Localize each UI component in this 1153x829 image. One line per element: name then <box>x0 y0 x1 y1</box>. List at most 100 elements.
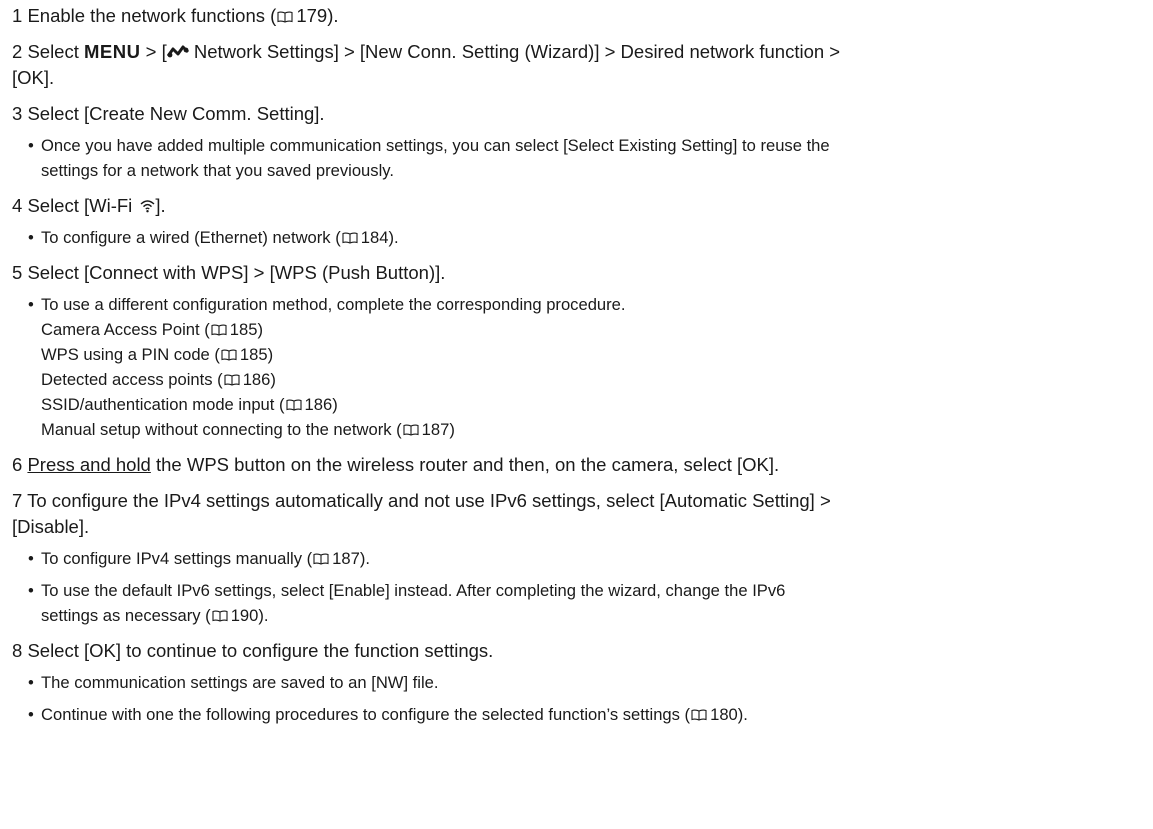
book-reference-icon <box>221 349 237 361</box>
bullet-item: • To use a different configuration metho… <box>28 292 1142 442</box>
step-heading: 8 Select [OK] to continue to configure t… <box>12 638 1142 664</box>
page-reference[interactable]: 186 <box>305 395 333 414</box>
method-item: Manual setup without connecting to the n… <box>41 417 1142 442</box>
step-text-line2: [OK]. <box>12 67 55 88</box>
step-2: 2 Select MENU > [ Network Settings] > [N… <box>12 39 1142 91</box>
method-close: ) <box>267 345 274 364</box>
method-close: ) <box>449 420 455 439</box>
step-text: Network Settings] > [New Conn. Setting (… <box>188 41 841 62</box>
bullet-icon: • <box>28 581 34 600</box>
bullet-list: • The communication settings are saved t… <box>12 670 1142 727</box>
method-item: Detected access points (186) <box>41 367 1142 392</box>
wifi-icon <box>140 200 155 213</box>
step-heading: 5 Select [Connect with WPS] > [WPS (Push… <box>12 260 1142 286</box>
book-reference-icon <box>286 399 302 411</box>
step-text: To configure the IPv4 settings automatic… <box>27 490 831 511</box>
step-1: 1 Enable the network functions ( 179). <box>12 3 1142 29</box>
step-heading: 7 To configure the IPv4 settings automat… <box>12 488 1142 540</box>
bullet-item: • The communication settings are saved t… <box>28 670 1142 695</box>
bullet-icon: • <box>28 295 34 314</box>
bullet-text: To configure a wired (Ethernet) network … <box>41 228 341 247</box>
manual-page: 1 Enable the network functions ( 179). 2 … <box>0 0 1142 727</box>
step-text: > [ <box>140 41 167 62</box>
bullet-text: ). <box>737 705 748 724</box>
method-list: Camera Access Point ( 185) WPS using a PI… <box>41 317 1142 442</box>
step-heading: 2 Select MENU > [ Network Settings] > [N… <box>12 39 1142 91</box>
method-close: ) <box>332 395 338 414</box>
step-text-end: ). <box>327 5 339 26</box>
step-heading: 6 Press and hold the WPS button on the w… <box>12 452 1142 478</box>
bullet-icon: • <box>28 705 34 724</box>
method-label: SSID/authentication mode input ( <box>41 395 285 414</box>
bullet-text: To configure IPv4 settings manually ( <box>41 549 313 568</box>
step-text: ]. <box>155 195 166 216</box>
book-reference-icon <box>224 374 240 386</box>
step-text: Select [Wi-Fi <box>27 195 138 216</box>
book-reference-icon <box>277 11 293 23</box>
bullet-icon: • <box>28 136 34 155</box>
page-reference[interactable]: 179 <box>296 5 327 26</box>
bullet-item: • To use the default IPv6 settings, sele… <box>28 578 1142 628</box>
step-text: Select [OK] to continue to configure the… <box>27 640 494 661</box>
step-text: Select [Connect with WPS] > [WPS (Push B… <box>27 262 446 283</box>
bullet-icon: • <box>28 228 34 247</box>
method-label: Manual setup without connecting to the n… <box>41 420 402 439</box>
method-label: WPS using a PIN code ( <box>41 345 220 364</box>
page-reference[interactable]: 185 <box>230 320 258 339</box>
bullet-text: To use a different configuration method,… <box>41 295 626 314</box>
book-reference-icon <box>342 232 358 244</box>
page-reference[interactable]: 180 <box>710 705 738 724</box>
bullet-text: ). <box>388 228 399 247</box>
bullet-list: • To use a different configuration metho… <box>12 292 1142 442</box>
step-text: the WPS button on the wireless router an… <box>150 454 780 475</box>
emphasis-text: Press and hold <box>27 454 151 475</box>
page-reference[interactable]: 186 <box>243 370 271 389</box>
bullet-text: Continue with one the following procedur… <box>41 705 691 724</box>
step-number: 7 <box>12 490 23 511</box>
step-text: Enable the network functions ( <box>27 5 277 26</box>
step-heading: 4 Select [Wi-Fi ]. <box>12 193 1142 219</box>
bullet-item: • Continue with one the following proced… <box>28 702 1142 727</box>
bullet-item: • To configure a wired (Ethernet) networ… <box>28 225 1142 250</box>
bullet-list: • To configure IPv4 settings manually ( 1… <box>12 546 1142 628</box>
book-reference-icon <box>691 709 707 721</box>
step-number: 1 <box>12 5 23 26</box>
step-8: 8 Select [OK] to continue to configure t… <box>12 638 1142 727</box>
step-text-line2: [Disable]. <box>12 516 90 537</box>
page-reference[interactable]: 187 <box>332 549 360 568</box>
method-item: Camera Access Point ( 185) <box>41 317 1142 342</box>
step-number: 8 <box>12 640 23 661</box>
bullet-item: • To configure IPv4 settings manually (1… <box>28 546 1142 571</box>
page-reference[interactable]: 190 <box>231 606 259 625</box>
book-reference-icon <box>212 610 228 622</box>
step-7: 7 To configure the IPv4 settings automat… <box>12 488 1142 628</box>
book-reference-icon <box>211 324 227 336</box>
bullet-text: ). <box>258 606 269 625</box>
method-close: ) <box>257 320 263 339</box>
method-close: ) <box>270 370 276 389</box>
page-reference[interactable]: 184 <box>361 228 389 247</box>
network-settings-icon <box>166 45 189 58</box>
bullet-icon: • <box>28 673 34 692</box>
step-text: Select <box>27 41 84 62</box>
method-label: Camera Access Point ( <box>41 320 210 339</box>
book-reference-icon <box>403 424 419 436</box>
step-number: 2 <box>12 41 23 62</box>
method-item: WPS using a PIN code ( 185) <box>41 342 1142 367</box>
book-reference-icon <box>313 553 329 565</box>
bullet-text: To use the default IPv6 settings, select… <box>41 581 786 600</box>
method-item: SSID/authentication mode input ( 186) <box>41 392 1142 417</box>
bullet-text: ). <box>359 549 370 568</box>
step-heading: 3 Select [Create New Comm. Setting]. <box>12 101 1142 127</box>
step-number: 4 <box>12 195 23 216</box>
bullet-text: The communication settings are saved to … <box>41 673 439 692</box>
step-text: Select [Create New Comm. Setting]. <box>27 103 325 124</box>
step-number: 5 <box>12 262 23 283</box>
page-reference[interactable]: 185 <box>240 345 268 364</box>
page-reference[interactable]: 187 <box>422 420 450 439</box>
bullet-list: • To configure a wired (Ethernet) networ… <box>12 225 1142 250</box>
step-3: 3 Select [Create New Comm. Setting]. • O… <box>12 101 1142 183</box>
bullet-text: settings for a network that you saved pr… <box>41 161 394 180</box>
step-number: 6 <box>12 454 23 475</box>
step-heading: 1 Enable the network functions ( 179). <box>12 3 1142 29</box>
